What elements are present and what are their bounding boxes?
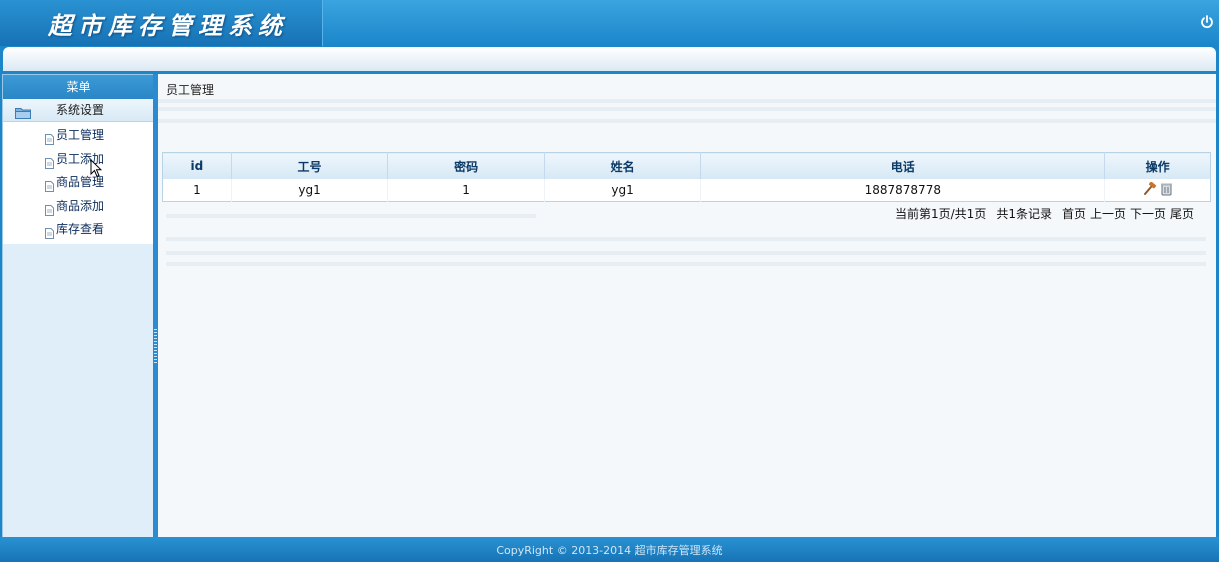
cell-name: yg1 [544, 179, 702, 202]
sidebar-item-employee-manage[interactable]: 员工管理 [3, 124, 154, 148]
sidebar-item-label: 商品添加 [56, 198, 105, 213]
top-header: 超市库存管理系统 [0, 0, 1219, 46]
logo-block: 超市库存管理系统 [0, 0, 323, 46]
sidebar-item-label: 库存查看 [56, 222, 105, 236]
prev-page-link[interactable]: 上一页 [1090, 205, 1126, 222]
table-header-row: id 工号 密码 姓名 电话 操作 [162, 152, 1211, 179]
app-title: 超市库存管理系统 [48, 11, 288, 40]
pagination-links: 首页 上一页 下一页 尾页 [1062, 205, 1194, 222]
column-header: 密码 [387, 152, 545, 179]
divider [158, 119, 1216, 123]
next-page-link[interactable]: 下一页 [1130, 205, 1166, 222]
pagination-summary: 当前第1页/共1页 [895, 207, 987, 221]
cell-password: 1 [387, 179, 545, 202]
sidebar-item-goods-manage[interactable]: 商品管理 [3, 171, 154, 195]
column-header: 姓名 [544, 152, 702, 179]
page-title: 员工管理 [166, 83, 215, 97]
column-header: 操作 [1104, 152, 1211, 179]
column-header: 工号 [231, 152, 389, 179]
power-icon[interactable] [1199, 14, 1215, 30]
cell-code: yg1 [231, 179, 389, 202]
footer: CopyRight © 2013-2014 超市库存管理系统 [0, 537, 1219, 562]
mouse-cursor-icon [90, 158, 103, 181]
cell-id: 1 [162, 179, 232, 202]
divider [158, 107, 1216, 111]
edit-hammer-icon[interactable] [1143, 181, 1157, 199]
divider [166, 262, 1206, 266]
first-page-link[interactable]: 首页 [1062, 205, 1086, 222]
sidebar-item-stock-view[interactable]: 库存查看 [3, 218, 154, 242]
pagination-total: 共1条记录 [996, 207, 1052, 221]
document-icon [45, 201, 54, 216]
last-page-link[interactable]: 尾页 [1170, 205, 1194, 222]
splitter-grip[interactable] [154, 329, 157, 363]
sidebar-item-employee-add[interactable]: 员工添加 [3, 148, 154, 172]
table-row: 1 yg1 1 yg1 1887878778 [162, 179, 1211, 202]
menu-group-system-settings[interactable]: 系统设置 [3, 99, 154, 122]
cell-actions [1104, 179, 1211, 202]
cell-phone: 1887878778 [700, 179, 1106, 202]
column-header: id [162, 152, 232, 179]
pagination: 当前第1页/共1页 共1条记录 首页 上一页 下一页 尾页 [895, 205, 1194, 222]
main-content: 员工管理 id 工号 密码 姓名 电话 操作 1 yg1 1 yg1 18878… [158, 74, 1216, 537]
employee-table: id 工号 密码 姓名 电话 操作 1 yg1 1 yg1 1887878778 [162, 152, 1211, 202]
document-icon [45, 177, 54, 193]
document-icon [45, 154, 54, 169]
sidebar-item-label: 员工管理 [56, 128, 105, 142]
folder-icon [15, 104, 31, 126]
divider [158, 99, 1216, 103]
sidebar: 菜单 系统设置 员工管理 员工添加 商品管理 商品添加 库存查看 [2, 74, 155, 539]
sidebar-item-goods-add[interactable]: 商品添加 [3, 195, 154, 219]
divider [166, 214, 536, 218]
trash-icon[interactable] [1161, 182, 1173, 199]
column-header: 电话 [700, 152, 1106, 179]
divider [166, 251, 1206, 255]
document-icon [45, 224, 54, 240]
toolbar-strip [3, 47, 1216, 71]
divider [166, 237, 1206, 241]
menu-items: 员工管理 员工添加 商品管理 商品添加 库存查看 [3, 122, 154, 244]
menu-group-label: 系统设置 [56, 103, 105, 117]
menu-header: 菜单 [3, 75, 154, 99]
copyright-text: CopyRight © 2013-2014 超市库存管理系统 [496, 544, 723, 557]
document-icon [45, 130, 54, 146]
